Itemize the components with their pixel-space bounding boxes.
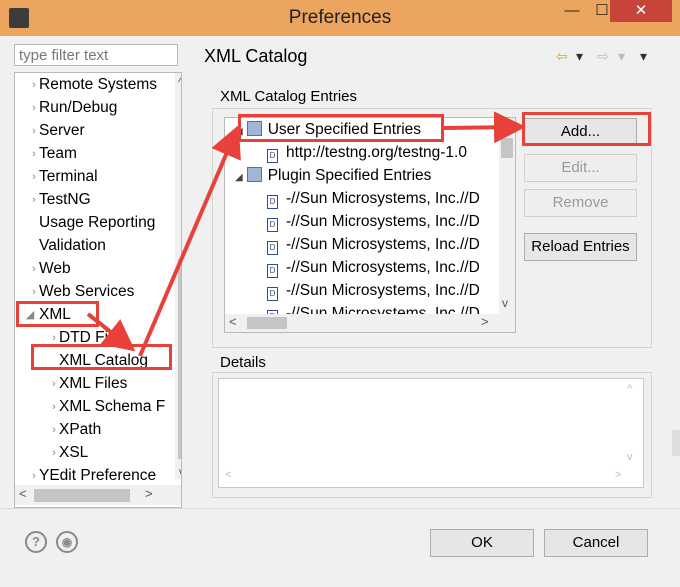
arrow-xml-to-catalog — [86, 312, 136, 352]
arrow-catalog-to-entries — [138, 124, 241, 357]
annotation-arrows — [86, 111, 526, 357]
arrow-entries-to-add — [443, 111, 526, 144]
